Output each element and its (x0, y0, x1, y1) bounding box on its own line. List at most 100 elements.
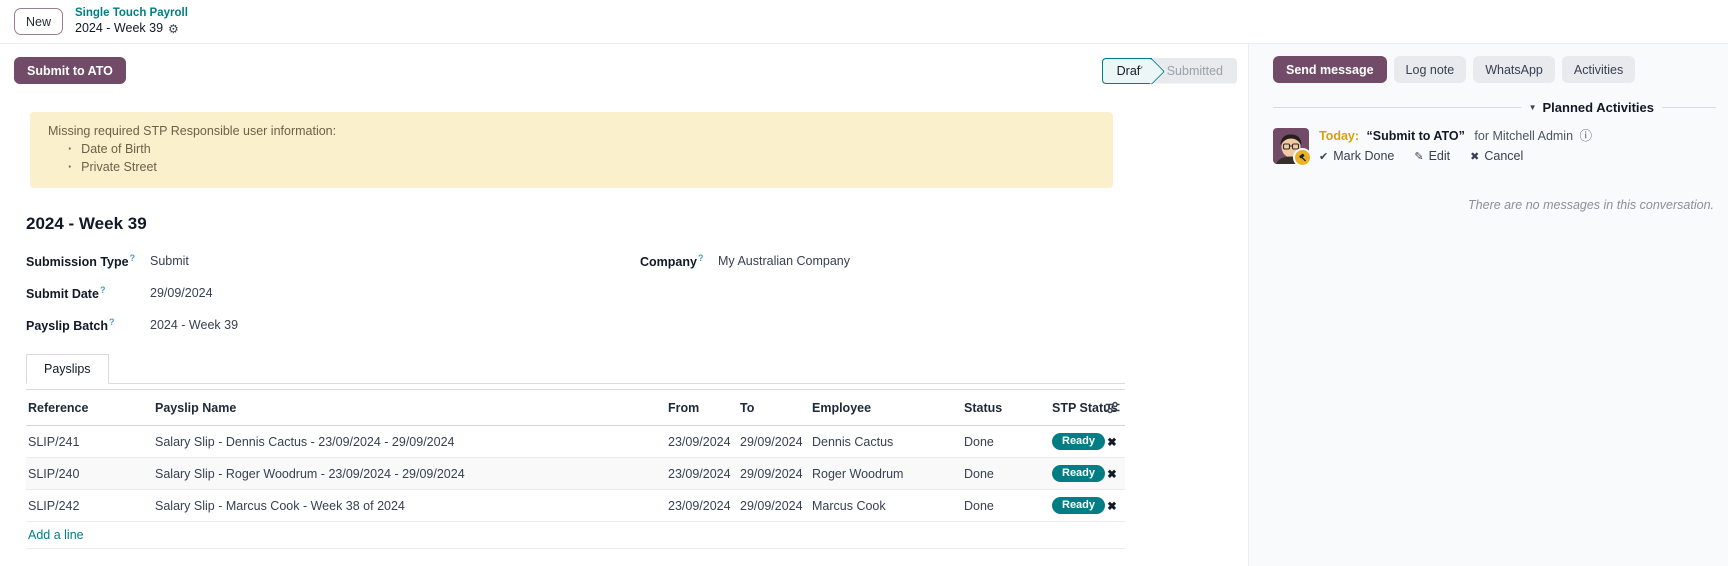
field-group-left: Submission Type? Submit Submit Date? 29/… (26, 246, 586, 342)
cancel-activity-button[interactable]: ✖ Cancel (1470, 149, 1523, 163)
record-title: 2024 - Week 39 (26, 212, 1248, 236)
record-name: 2024 - Week 39 (75, 21, 163, 36)
cell-payslip-name[interactable]: Salary Slip - Roger Woodrum - 23/09/2024… (143, 467, 656, 481)
notebook: Payslips Reference Payslip Name From To … (0, 354, 1248, 549)
edit-activity-button[interactable]: ✎ Edit (1414, 149, 1450, 163)
activity-summary: “Submit to ATO” (1367, 129, 1465, 143)
submit-date-label: Submit Date? (26, 285, 150, 301)
gear-icon[interactable]: ⚙ (168, 22, 179, 36)
submission-type-value[interactable]: Submit (150, 254, 189, 268)
breadcrumb-bar: New Single Touch Payroll 2024 - Week 39 … (0, 0, 1728, 44)
optional-columns-icon[interactable] (1099, 401, 1125, 414)
activity-summary-line: Today: “Submit to ATO” for Mitchell Admi… (1319, 128, 1592, 145)
new-button[interactable]: New (14, 8, 63, 35)
cell-status[interactable]: Done (952, 499, 1040, 513)
activities-button[interactable]: Activities (1562, 56, 1635, 83)
cell-from[interactable]: 23/09/2024 (656, 467, 728, 481)
status-stage-submitted-label: Submitted (1167, 64, 1223, 78)
cell-stp-status: Ready (1040, 465, 1099, 482)
delete-row-icon[interactable]: ✖ (1099, 499, 1125, 513)
stp-status-badge[interactable]: Ready (1052, 497, 1105, 514)
warning-item: Date of Birth (48, 140, 1095, 158)
breadcrumb: Single Touch Payroll 2024 - Week 39 ⚙ (75, 7, 188, 37)
payslip-batch-label: Payslip Batch? (26, 317, 150, 333)
field-group-right: Company? My Australian Company (586, 246, 850, 342)
delete-row-icon[interactable]: ✖ (1099, 467, 1125, 481)
cell-stp-status: Ready (1040, 433, 1099, 450)
cell-employee[interactable]: Roger Woodrum (800, 467, 952, 481)
header-stp-status[interactable]: STP Status (1040, 401, 1099, 415)
cell-reference[interactable]: SLIP/242 (26, 499, 143, 513)
cell-to[interactable]: 29/09/2024 (728, 467, 800, 481)
delete-row-icon[interactable]: ✖ (1099, 435, 1125, 449)
cell-from[interactable]: 23/09/2024 (656, 435, 728, 449)
field-payslip-batch: Payslip Batch? 2024 - Week 39 (26, 310, 586, 340)
cross-icon: ✖ (1470, 150, 1479, 163)
avatar (1273, 128, 1309, 164)
table-row: SLIP/242 Salary Slip - Marcus Cook - Wee… (26, 490, 1125, 522)
stp-status-badge[interactable]: Ready (1052, 433, 1105, 450)
send-message-button[interactable]: Send message (1273, 56, 1387, 83)
warning-item: Private Street (48, 158, 1095, 176)
status-stage-draft[interactable]: Draft (1102, 58, 1152, 84)
header-reference[interactable]: Reference (26, 401, 143, 415)
mark-done-button[interactable]: ✔ Mark Done (1319, 149, 1394, 163)
pencil-icon: ✎ (1414, 150, 1423, 163)
header-payslip-name[interactable]: Payslip Name (143, 401, 656, 415)
header-status[interactable]: Status (952, 401, 1040, 415)
header-employee[interactable]: Employee (800, 401, 952, 415)
table-header-row: Reference Payslip Name From To Employee … (26, 389, 1125, 426)
submit-date-value[interactable]: 29/09/2024 (150, 286, 213, 300)
field-company: Company? My Australian Company (640, 246, 850, 276)
info-icon[interactable]: ⓘ (1580, 129, 1593, 143)
warning-title: Missing required STP Responsible user in… (48, 122, 1095, 140)
cell-from[interactable]: 23/09/2024 (656, 499, 728, 513)
cell-employee[interactable]: Dennis Cactus (800, 435, 952, 449)
header-from[interactable]: From (656, 401, 728, 415)
form-view: Submit to ATO Draft Submitted Missing re… (0, 44, 1248, 566)
cell-to[interactable]: 29/09/2024 (728, 435, 800, 449)
help-icon: ? (130, 253, 136, 263)
log-note-button[interactable]: Log note (1394, 56, 1467, 83)
cell-status[interactable]: Done (952, 435, 1040, 449)
help-icon: ? (698, 253, 704, 263)
cell-status[interactable]: Done (952, 467, 1040, 481)
tab-payslips[interactable]: Payslips (26, 354, 109, 384)
activity-content: Today: “Submit to ATO” for Mitchell Admi… (1319, 128, 1592, 164)
company-label: Company? (640, 253, 718, 269)
add-a-line-link[interactable]: Add a line (28, 528, 84, 542)
table-row: SLIP/240 Salary Slip - Roger Woodrum - 2… (26, 458, 1125, 490)
chevron-down-icon: ▼ (1529, 103, 1537, 112)
help-icon: ? (100, 285, 106, 295)
whatsapp-button[interactable]: WhatsApp (1473, 56, 1555, 83)
warning-banner: Missing required STP Responsible user in… (30, 112, 1113, 188)
divider (1662, 107, 1716, 108)
cell-payslip-name[interactable]: Salary Slip - Dennis Cactus - 23/09/2024… (143, 435, 656, 449)
cell-payslip-name[interactable]: Salary Slip - Marcus Cook - Week 38 of 2… (143, 499, 656, 513)
cell-reference[interactable]: SLIP/240 (26, 467, 143, 481)
cell-stp-status: Ready (1040, 497, 1099, 514)
activity-actions: ✔ Mark Done ✎ Edit ✖ Cancel (1319, 149, 1592, 163)
statusbar: Draft Submitted (1102, 58, 1237, 84)
payslips-table: Reference Payslip Name From To Employee … (26, 389, 1125, 549)
planned-activities-title: Planned Activities (1543, 100, 1655, 115)
field-submit-date: Submit Date? 29/09/2024 (26, 278, 586, 308)
breadcrumb-record: 2024 - Week 39 ⚙ (75, 21, 188, 36)
payslip-batch-value[interactable]: 2024 - Week 39 (150, 318, 238, 332)
activity-type-badge-icon (1293, 148, 1312, 167)
breadcrumb-app-link[interactable]: Single Touch Payroll (75, 7, 188, 21)
stp-status-badge[interactable]: Ready (1052, 465, 1105, 482)
cell-reference[interactable]: SLIP/241 (26, 435, 143, 449)
help-icon: ? (109, 317, 115, 327)
company-value[interactable]: My Australian Company (718, 254, 850, 268)
header-to[interactable]: To (728, 401, 800, 415)
cell-employee[interactable]: Marcus Cook (800, 499, 952, 513)
planned-activities-header[interactable]: ▼ Planned Activities (1273, 100, 1716, 115)
submission-type-label: Submission Type? (26, 253, 150, 269)
submit-to-ato-button[interactable]: Submit to ATO (14, 57, 126, 84)
field-submission-type: Submission Type? Submit (26, 246, 586, 276)
cell-to[interactable]: 29/09/2024 (728, 499, 800, 513)
activity-item: Today: “Submit to ATO” for Mitchell Admi… (1273, 128, 1716, 164)
tab-strip: Payslips (26, 354, 1125, 384)
add-line-row: Add a line (26, 522, 1125, 549)
